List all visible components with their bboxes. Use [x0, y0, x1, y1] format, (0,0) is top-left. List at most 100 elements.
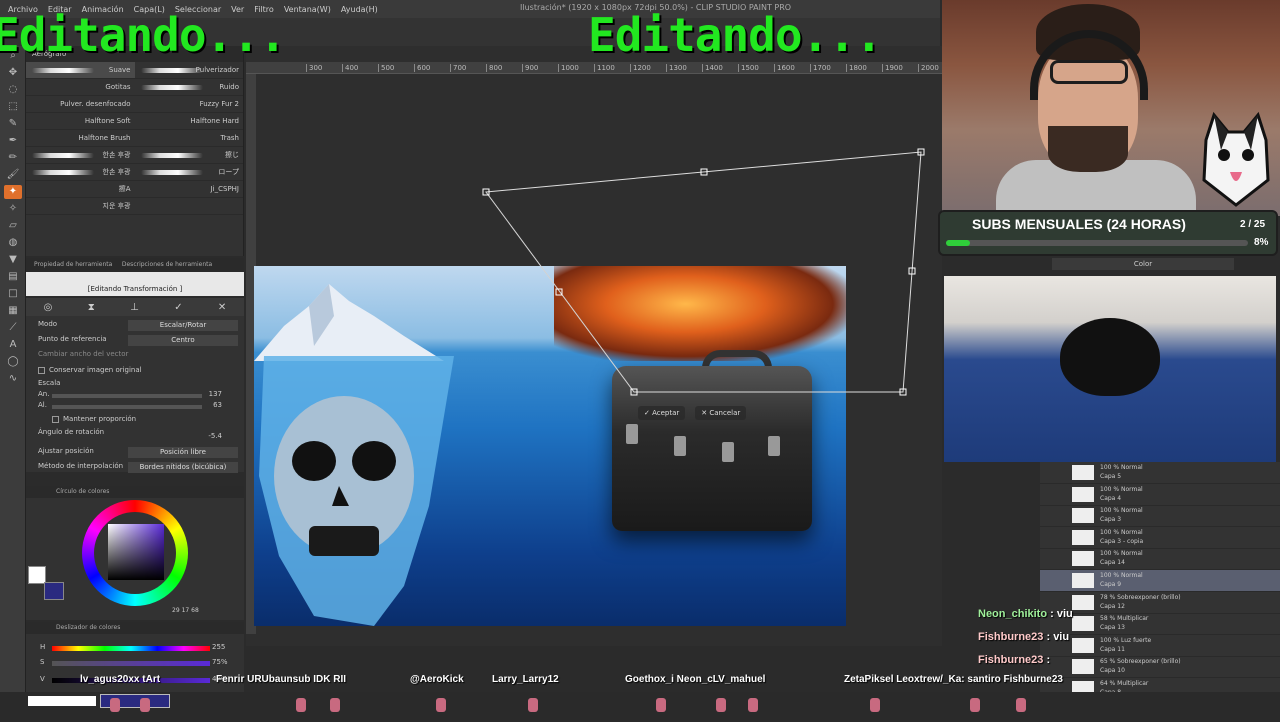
keep-original-checkbox[interactable] — [38, 366, 45, 374]
lasso-icon[interactable]: ◌ — [4, 83, 22, 97]
ruler-icon[interactable]: ⟋ — [4, 321, 22, 335]
accept-button[interactable]: ✓ Aceptar — [638, 406, 686, 420]
layer-blend: 100 % Normal — [1100, 507, 1143, 515]
layer-row[interactable]: 100 % Normal Capa 9 — [1040, 570, 1280, 592]
width-value[interactable]: 137 — [209, 390, 222, 398]
brush-soft[interactable]: Suave — [26, 62, 135, 78]
s-value: 75% — [212, 658, 228, 666]
brush-korean-3[interactable]: 지운 후광 — [26, 198, 135, 214]
fill-icon[interactable]: ▼ — [4, 253, 22, 267]
color-circle-header: Círculo de colores — [26, 486, 244, 498]
tab-tool-property[interactable]: Propiedad de herramienta — [34, 261, 112, 268]
layer-row[interactable]: 100 % Normal Capa 3 — [1040, 505, 1280, 528]
gradient-icon[interactable]: ▤ — [4, 270, 22, 284]
adjust-position-select[interactable]: Posición libre — [128, 447, 238, 458]
correct-line-icon[interactable]: ∿ — [4, 372, 22, 386]
layer-row[interactable]: 100 % Normal Capa 3 - copia — [1040, 527, 1280, 549]
layer-row[interactable]: 100 % Normal Capa 5 — [1040, 462, 1280, 484]
layer-blend: 100 % Normal — [1100, 528, 1143, 536]
width-slider[interactable] — [52, 394, 202, 398]
frame-icon[interactable]: ▦ — [4, 304, 22, 318]
artwork[interactable] — [254, 266, 846, 626]
close-icon[interactable]: ✕ — [218, 302, 226, 313]
interpolation-select[interactable]: Bordes nítidos (bicúbica) — [128, 462, 238, 473]
menu-window[interactable]: Ventana(W) — [284, 5, 331, 14]
height-value[interactable]: 63 — [213, 401, 222, 409]
brush-spray[interactable]: Pulverizador — [135, 62, 244, 78]
pencil-icon[interactable]: ✏ — [4, 151, 22, 165]
subs-goal-progress-track — [946, 240, 1248, 246]
brush-icon[interactable]: 🖌 — [4, 168, 22, 182]
pen-icon[interactable]: ✒ — [4, 134, 22, 148]
s-label: S — [40, 658, 45, 666]
cancel-button[interactable]: ✕ Cancelar — [695, 406, 747, 420]
layer-row[interactable]: 78 % Sobreexponer (brillo) Capa 12 — [1040, 592, 1280, 614]
layer-thumbnail — [1072, 616, 1094, 632]
brush-jp-1[interactable]: 擦じ — [135, 147, 244, 163]
layer-thumbnail — [1072, 659, 1094, 675]
layer-blend: 64 % Multiplicar — [1100, 680, 1149, 687]
saturation-value-square[interactable] — [108, 524, 164, 580]
move-icon[interactable]: ✥ — [4, 66, 22, 80]
brush-trash[interactable]: Trash — [135, 130, 244, 146]
eraser-icon[interactable]: ▱ — [4, 219, 22, 233]
text-icon[interactable]: A — [4, 338, 22, 352]
layer-thumbnail — [1072, 529, 1094, 545]
brush-jp-2[interactable]: 擦A — [26, 181, 135, 197]
brush-halftone-hard[interactable]: Halftone Hard — [135, 113, 244, 129]
brush-korean-2[interactable]: 한손 후광 — [26, 164, 135, 180]
align-icon[interactable]: ⊥ — [130, 302, 139, 313]
ruler-tick: 1300 — [666, 64, 687, 72]
airbrush-icon[interactable]: ✦ — [4, 185, 22, 199]
layer-name: Capa 11 — [1100, 645, 1125, 653]
brush-halftone-soft[interactable]: Halftone Soft — [26, 113, 135, 129]
figure-icon[interactable]: □ — [4, 287, 22, 301]
hue-slider[interactable] — [52, 646, 210, 651]
brush-csphj[interactable]: Ji_CSPHJ — [135, 181, 244, 197]
brush-halftone[interactable]: Halftone Brush — [26, 130, 135, 146]
horizontal-ruler: 300 400 500 600 700 800 900 1000 1100 1200 1300 140… — [246, 62, 942, 74]
height-label: Al. — [38, 401, 47, 409]
layer-row[interactable]: 65 % Sobreexponer (brillo) Capa 10 — [1040, 656, 1280, 679]
layer-blend: 58 % Multiplicar — [1100, 615, 1149, 623]
select-icon[interactable]: ⬚ — [4, 100, 22, 114]
height-slider[interactable] — [52, 405, 202, 409]
color-dropdown[interactable]: Color — [1052, 258, 1234, 270]
s-readout: 17 — [181, 607, 190, 614]
layer-thumbnail — [1072, 573, 1094, 588]
brush-korean-1[interactable]: 한손 후광 — [26, 147, 135, 163]
blend-icon[interactable]: ◍ — [4, 236, 22, 250]
mode-select[interactable]: Escalar/Rotar — [128, 320, 238, 331]
chat-text: : viu — [1050, 608, 1073, 620]
viewer-name: lv_agus20xx tArt — [80, 674, 161, 685]
target-icon[interactable]: ◎ — [44, 302, 53, 313]
background-color-swatch[interactable] — [44, 582, 64, 600]
layer-row[interactable]: 100 % Normal Capa 14 — [1040, 548, 1280, 571]
keep-ratio-checkbox[interactable] — [52, 415, 59, 423]
brush-row: Gotitas Ruido — [26, 79, 243, 96]
rotation-value[interactable]: -5.4 — [208, 432, 222, 440]
brush-blur-spray[interactable]: Pulver. desenfocado — [26, 96, 135, 112]
layer-thumbnail — [1072, 551, 1094, 567]
eyedropper-icon[interactable]: ✎ — [4, 117, 22, 131]
layer-row[interactable]: 58 % Multiplicar Capa 13 — [1040, 613, 1280, 636]
brush-noise[interactable]: Ruido — [135, 79, 244, 95]
layer-row[interactable]: 100 % Luz fuerte Capa 11 — [1040, 635, 1280, 657]
tab-tool-description[interactable]: Descripciones de herramienta — [122, 261, 212, 268]
balloon-icon[interactable]: ◯ — [4, 355, 22, 369]
ruler-tick: 2000 — [918, 64, 939, 72]
ruler-tick: 1500 — [738, 64, 759, 72]
brush-fuzzy-fur[interactable]: Fuzzy Fur 2 — [135, 96, 244, 112]
decoration-icon[interactable]: ✧ — [4, 202, 22, 216]
layer-row[interactable]: 100 % Normal Capa 4 — [1040, 484, 1280, 506]
saturation-slider[interactable] — [52, 661, 210, 666]
menu-help[interactable]: Ayuda(H) — [341, 5, 378, 14]
confirm-icon[interactable]: ✓ — [174, 302, 182, 313]
ruler-tick: 1200 — [630, 64, 651, 72]
brush-rope[interactable]: ロープ — [135, 164, 244, 180]
ref-point-select[interactable]: Centro — [128, 335, 238, 346]
layer-thumbnail — [1072, 637, 1094, 653]
brush-row: 한손 후광 擦じ — [26, 147, 243, 164]
flip-icon[interactable]: ⧗ — [88, 302, 95, 313]
brush-droplets[interactable]: Gotitas — [26, 79, 135, 95]
